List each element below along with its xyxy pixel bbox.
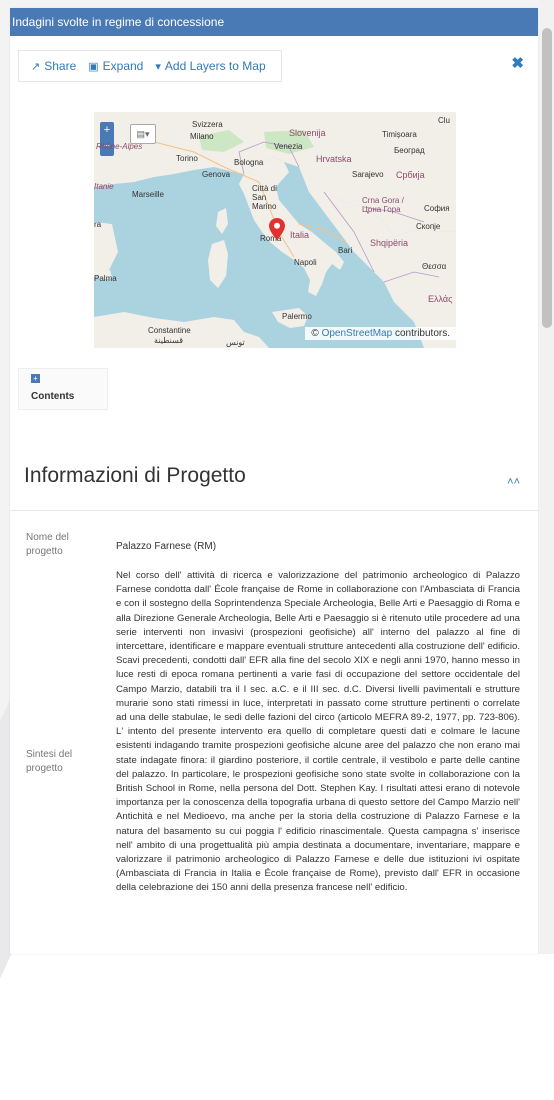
map-label: Italia bbox=[290, 230, 310, 240]
openstreetmap-link[interactable]: OpenStreetMap bbox=[322, 328, 393, 339]
close-icon[interactable]: ✖ bbox=[511, 54, 524, 72]
map-label: Скопје bbox=[416, 222, 441, 231]
map-label: Београд bbox=[394, 146, 425, 155]
map-label: Genova bbox=[202, 170, 231, 179]
plus-square-icon: + bbox=[31, 374, 40, 383]
field-label-nome: Nome del progetto bbox=[26, 532, 69, 557]
map-label: Србија bbox=[396, 170, 425, 180]
map-label: Θεσσα bbox=[422, 262, 447, 271]
map-label: Timișoara bbox=[382, 130, 417, 139]
map-label: ra bbox=[94, 220, 102, 229]
map-label: Palermo bbox=[282, 312, 312, 321]
add-layers-button[interactable]: ▾ Add Layers to Map bbox=[155, 59, 265, 73]
panel-toolbar: ↗ Share ▣ Expand ▾ Add Layers to Map bbox=[18, 50, 282, 82]
field-value-nome: Palazzo Farnese (RM) bbox=[116, 541, 217, 552]
chevron-up-icon[interactable]: ˄˄ bbox=[507, 476, 520, 488]
attribution-prefix: © bbox=[311, 328, 322, 339]
map-label: Clu bbox=[438, 116, 451, 125]
share-button[interactable]: ↗ Share bbox=[31, 59, 76, 73]
field-value-sintesi: Nel corso dell' attività di ricerca e va… bbox=[116, 570, 520, 894]
map-label: Bari bbox=[338, 246, 353, 255]
map-marker-icon[interactable] bbox=[269, 218, 285, 240]
expand-button[interactable]: ▣ Expand bbox=[88, 59, 143, 73]
add-layers-label: Add Layers to Map bbox=[164, 59, 266, 73]
map-label: Itanie bbox=[94, 182, 114, 191]
map-label: Svizzera bbox=[192, 120, 223, 129]
map-label: قسنطينة bbox=[154, 336, 184, 345]
share-icon: ↗ bbox=[31, 60, 41, 73]
map-attribution: © OpenStreetMap contributors. bbox=[305, 327, 456, 340]
map-label: Torino bbox=[176, 154, 198, 163]
expand-label: Expand bbox=[102, 59, 144, 73]
map-label: Slovenija bbox=[289, 128, 326, 138]
map-label: Venezia bbox=[274, 142, 303, 151]
map-label: София bbox=[424, 204, 450, 213]
field-label-sintesi: Sintesi del progetto bbox=[26, 749, 73, 774]
map-label: Città di San Marino bbox=[252, 184, 277, 211]
map-label: Marseille bbox=[132, 190, 165, 199]
map-label: تونس bbox=[226, 338, 245, 347]
section-title: Informazioni di Progetto bbox=[24, 464, 246, 487]
map-label: Milano bbox=[190, 132, 214, 141]
contents-label: Contents bbox=[31, 391, 75, 402]
share-label: Share bbox=[44, 59, 77, 73]
details-panel: Indagini svolte in regime di concessione… bbox=[10, 8, 538, 954]
contents-toggle[interactable]: + Contents bbox=[18, 368, 108, 410]
map-label: Rhône-Alpes bbox=[96, 142, 143, 151]
expand-icon: ▣ bbox=[88, 60, 99, 73]
map-label: Napoli bbox=[294, 258, 317, 267]
map-label: Hrvatska bbox=[316, 154, 352, 164]
attribution-suffix: contributors. bbox=[392, 328, 450, 339]
map-label: Bologna bbox=[234, 158, 264, 167]
map-label: Palma bbox=[94, 274, 117, 283]
location-map[interactable]: + − ▤▾ Svizzera Milano Venezia Slovenija … bbox=[94, 112, 456, 348]
panel-title: Indagini svolte in regime di concessione bbox=[10, 8, 538, 36]
map-label: Sarajevo bbox=[352, 170, 384, 179]
layers-icon[interactable]: ▤▾ bbox=[130, 124, 156, 144]
map-marker-icon: ▾ bbox=[155, 60, 161, 73]
section-divider bbox=[10, 510, 538, 511]
scrollbar-thumb[interactable] bbox=[542, 28, 552, 328]
map-label: Ελλάς bbox=[428, 294, 453, 304]
map-label: Shqipëria bbox=[370, 238, 409, 248]
map-label: Constantine bbox=[148, 326, 191, 335]
page-scrollbar[interactable] bbox=[540, 0, 554, 954]
map-label: Crna Gora / Црна Гора bbox=[362, 196, 404, 214]
